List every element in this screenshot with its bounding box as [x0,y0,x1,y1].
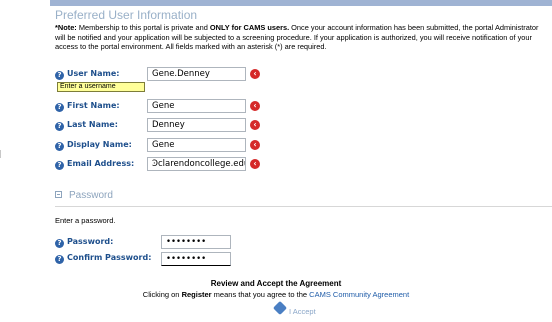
agreement-text: Clicking on Register means that you agre… [142,290,410,299]
required-icon: ‹ [250,159,260,169]
display-name-label: ? Display Name: [55,138,132,152]
password-help-text: Enter a password. [55,216,116,225]
help-icon[interactable]: ? [55,161,64,170]
help-icon[interactable]: ? [55,239,64,248]
username-input[interactable]: Gene.Denney [147,67,246,81]
first-name-input[interactable]: Gene [147,99,246,113]
help-icon[interactable]: ? [55,142,64,151]
required-icon: ‹ [250,69,260,79]
help-icon[interactable]: ? [55,255,64,264]
display-name-input[interactable]: Gene [147,138,246,152]
last-name-label: ? Last Name: [55,118,118,132]
membership-note: *Note: Membership to this portal is priv… [55,23,547,52]
help-icon[interactable]: ? [55,103,64,112]
password-section-header[interactable]: Password [55,190,113,201]
email-label: ? Email Address: [55,157,134,171]
confirm-password-label: ? Confirm Password: [55,251,151,265]
section-divider [55,206,552,207]
accept-button[interactable]: I Accept [272,300,316,316]
password-label: ? Password: [55,235,113,249]
page-edge-mark [0,150,1,158]
confirm-password-input[interactable]: •••••••• [161,252,231,266]
help-icon[interactable]: ? [55,71,64,80]
agreement-title: Review and Accept the Agreement [210,279,342,288]
diamond-icon [272,300,288,316]
last-name-input[interactable]: Denney [147,118,246,132]
community-agreement-link[interactable]: CAMS Community Agreement [309,290,409,299]
help-icon[interactable]: ? [55,122,64,131]
username-tooltip: Enter a username [57,82,145,92]
note-text-1: Membership to this portal is private and [76,23,210,32]
required-icon: ‹ [250,101,260,111]
register-word: Register [181,290,212,299]
password-input[interactable]: •••••••• [161,235,231,249]
note-bold: ONLY for CAMS users. [209,23,290,32]
required-icon: ‹ [250,120,260,130]
email-input[interactable]: Ͽclarendoncollege.edu [147,157,246,171]
username-label: ? User Name: [55,67,119,81]
required-icon: ‹ [250,140,260,150]
first-name-label: ? First Name: [55,99,120,113]
collapse-icon[interactable] [55,191,62,198]
section-title: Preferred User Information [55,8,198,22]
top-bar [50,0,552,6]
note-prefix: *Note: [55,23,77,32]
